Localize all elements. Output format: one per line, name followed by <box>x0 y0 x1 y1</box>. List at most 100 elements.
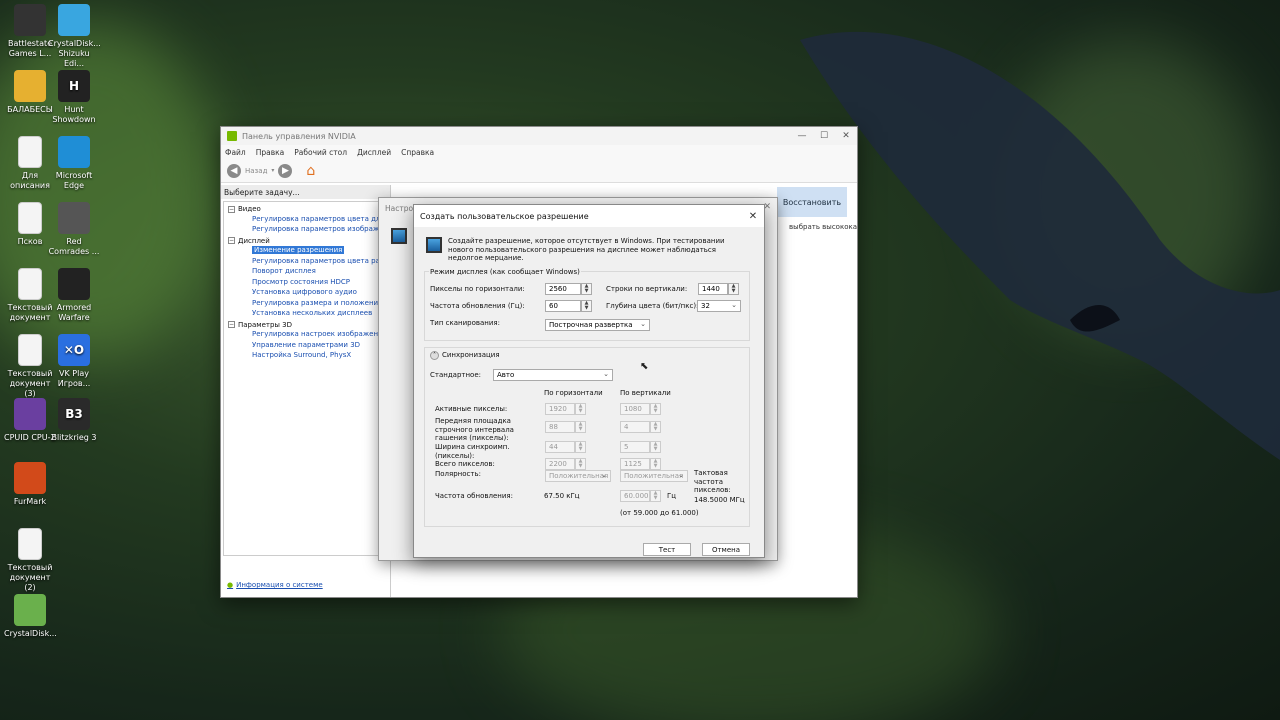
spin-arrows-icon[interactable]: ▲ ▼ <box>575 403 586 415</box>
tree-item[interactable]: Регулировка параметров цвета для ви... <box>224 215 389 226</box>
maximize-icon[interactable]: ☐ <box>813 131 835 141</box>
polarity-v-select[interactable]: Положительная ⌄ <box>620 470 688 482</box>
dropdown-icon[interactable]: ▾ <box>271 167 274 174</box>
spin-arrows-icon[interactable]: ▲ ▼ <box>650 403 661 415</box>
menu-item[interactable]: Справка <box>401 148 434 157</box>
refresh-value: 60 <box>549 302 558 310</box>
timing-row-label: Ширина синхроимп. (пикселы): <box>435 443 510 460</box>
desktop-icon[interactable]: Текстовый документ (2) <box>4 528 56 593</box>
app-icon <box>14 70 46 102</box>
rate-v-input[interactable]: 60.000 ▲ ▼ <box>620 490 661 502</box>
tree-category[interactable]: − Параметры 3D <box>224 320 389 331</box>
spin-arrows-icon[interactable]: ▲ ▼ <box>581 283 592 295</box>
app-icon <box>14 462 46 494</box>
spin-arrows-icon[interactable]: ▲ ▼ <box>728 283 739 295</box>
desktop-icon[interactable]: FurMark <box>4 462 56 507</box>
spin-arrows-icon[interactable]: ▲ ▼ <box>650 490 661 502</box>
spin-arrows-icon[interactable]: ▲ ▼ <box>575 421 586 433</box>
collapse-icon[interactable]: − <box>228 237 235 245</box>
system-info-link[interactable]: ● Информация о системе <box>227 581 323 589</box>
tree-item[interactable]: Регулировка параметров изображени... <box>224 225 389 236</box>
menu-item[interactable]: Дисплей <box>357 148 391 157</box>
tree-item[interactable]: Регулировка параметров цвета рабоч... <box>224 257 389 268</box>
desktop-icon-label: Microsoft Edge <box>55 171 93 190</box>
tree-item[interactable]: Установка цифрового аудио <box>224 288 389 299</box>
timing-h-input[interactable]: 2200 ▲ ▼ <box>545 458 586 470</box>
restore-button[interactable]: Восстановить <box>777 187 847 217</box>
h-pixels-label: Пикселы по горизонтали: <box>430 285 525 293</box>
close-icon[interactable]: ✕ <box>742 211 764 222</box>
rate-label: Частота обновления: <box>435 492 513 500</box>
desktop-icon[interactable]: CrystalDisk... Shizuku Edi... <box>48 4 101 69</box>
timing-h-input[interactable]: 1920 ▲ ▼ <box>545 403 586 415</box>
tree-item[interactable]: Установка нескольких дисплеев <box>224 309 389 320</box>
rate-v-value: 60.000 <box>624 492 649 500</box>
menu-item[interactable]: Рабочий стол <box>294 148 347 157</box>
tree-item[interactable]: Настройка Surround, PhysX <box>224 351 389 362</box>
refresh-input[interactable]: 60 ▲ ▼ <box>545 300 592 312</box>
timing-v-input[interactable]: 1125 ▲ ▼ <box>620 458 661 470</box>
task-tree: − Видео Регулировка параметров цвета для в… <box>223 201 390 556</box>
tree-item[interactable]: Регулировка размера и положения ра... <box>224 299 389 310</box>
v-lines-input[interactable]: 1440 ▲ ▼ <box>698 283 739 295</box>
dialog-title-bar[interactable]: Создать пользовательское разрешение ✕ <box>414 205 764 227</box>
desktop-icon[interactable]: Armored Warfare <box>48 268 100 323</box>
system-info-label: Информация о системе <box>236 581 323 589</box>
h-pixels-value: 2560 <box>549 285 567 293</box>
back-arrow-icon[interactable]: ◀ <box>227 163 241 178</box>
standard-select[interactable]: Авто ⌄ <box>493 369 613 381</box>
timing-v-input[interactable]: 5 ▲ ▼ <box>620 441 661 453</box>
spin-arrows-icon[interactable]: ▲ ▼ <box>575 441 586 453</box>
desktop-icon[interactable]: B3 Blitzkrieg 3 <box>48 398 100 443</box>
h-pixels-input[interactable]: 2560 ▲ ▼ <box>545 283 592 295</box>
test-button[interactable]: Тест <box>643 543 691 556</box>
desktop-icon[interactable]: Microsoft Edge <box>48 136 100 191</box>
spin-arrows-icon[interactable]: ▲ ▼ <box>650 421 661 433</box>
desktop-icon-label: CrystalDisk... <box>4 629 57 638</box>
tree-item[interactable]: Регулировка настроек изображения с... <box>224 330 389 341</box>
polarity-h-select[interactable]: Положительная ⌄ <box>545 470 611 482</box>
task-header: Выберите задачу... <box>221 185 390 199</box>
monitor-icon <box>391 228 407 244</box>
close-icon[interactable]: ✕ <box>835 131 857 141</box>
menu-item[interactable]: Файл <box>225 148 246 157</box>
minimize-icon[interactable]: — <box>791 131 813 141</box>
side-text: выбрать высокока <box>789 223 857 231</box>
monitor-icon <box>426 237 442 253</box>
spin-arrows-icon[interactable]: ▲ ▼ <box>581 300 592 312</box>
timing-h-input[interactable]: 44 ▲ ▼ <box>545 441 586 453</box>
cancel-button[interactable]: Отмена <box>702 543 750 556</box>
app-icon <box>14 398 46 430</box>
menu-item[interactable]: Правка <box>256 148 285 157</box>
refresh-label: Частота обновления (Гц): <box>430 302 525 310</box>
tree-category-label: Параметры 3D <box>238 320 292 329</box>
tree-item[interactable]: Поворот дисплея <box>224 267 389 278</box>
tree-category[interactable]: − Дисплей <box>224 236 389 247</box>
timing-row-label: Передняя площадка строчного интервала га… <box>435 417 514 442</box>
depth-select[interactable]: 32 ⌄ <box>697 300 741 312</box>
timing-v-input[interactable]: 1080 ▲ ▼ <box>620 403 661 415</box>
title-bar[interactable]: Панель управления NVIDIA — ☐ ✕ <box>221 127 857 145</box>
timing-h-input[interactable]: 88 ▲ ▼ <box>545 421 586 433</box>
spin-arrows-icon[interactable]: ▲ ▼ <box>575 458 586 470</box>
home-icon[interactable]: ⌂ <box>306 163 315 179</box>
forward-arrow-icon[interactable]: ▶ <box>278 163 293 178</box>
timing-v-input[interactable]: 4 ▲ ▼ <box>620 421 661 433</box>
rate-unit: Гц <box>667 492 677 500</box>
window-title: Панель управления NVIDIA <box>242 131 356 141</box>
desktop-icon[interactable]: H Hunt Showdown <box>48 70 100 125</box>
tree-item[interactable]: Просмотр состояния HDCP <box>224 278 389 289</box>
spin-arrows-icon[interactable]: ▲ ▼ <box>650 441 661 453</box>
desktop-icon[interactable]: CrystalDisk... <box>4 594 57 639</box>
sync-toggle[interactable]: ˄ Синхронизация <box>430 351 500 360</box>
tree-category[interactable]: − Видео <box>224 204 389 215</box>
desktop-icon[interactable]: Red Comrades ... <box>48 202 100 257</box>
scan-select[interactable]: Построчная развертка ⌄ <box>545 319 650 331</box>
spin-arrows-icon[interactable]: ▲ ▼ <box>650 458 661 470</box>
tree-item[interactable]: Изменение разрешения <box>224 246 389 257</box>
desktop-icon[interactable]: ✕O VK Play Игров... <box>48 334 100 389</box>
collapse-icon[interactable]: − <box>228 205 235 213</box>
tree-item[interactable]: Управление параметрами 3D <box>224 341 389 352</box>
collapse-icon[interactable]: − <box>228 321 235 329</box>
back-button-label[interactable]: Назад <box>245 167 267 175</box>
